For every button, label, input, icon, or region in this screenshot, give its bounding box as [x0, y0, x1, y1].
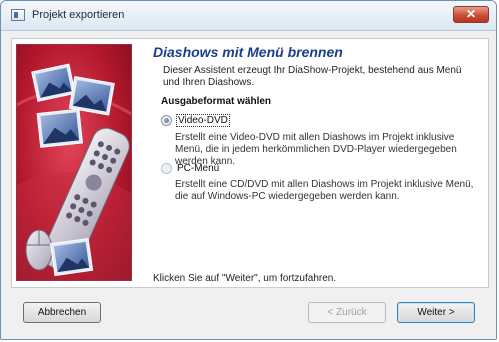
window-icon [11, 9, 25, 21]
wizard-side-image [16, 44, 132, 281]
window-title: Projekt exportieren [32, 9, 125, 21]
pc-menu-label[interactable]: PC-Menü [177, 163, 219, 174]
export-dialog: Projekt exportieren ✕ Diashows mit Menü … [0, 0, 497, 340]
video-dvd-radio[interactable] [161, 115, 172, 126]
title-bar: Projekt exportieren ✕ [1, 1, 496, 31]
page-heading: Diashows mit Menü brennen [153, 44, 343, 60]
back-button[interactable]: < Zurück [308, 302, 386, 323]
section-label: Ausgabeformat wählen [161, 96, 272, 107]
close-icon: ✕ [465, 7, 477, 21]
next-button[interactable]: Weiter > [397, 302, 475, 323]
cancel-button[interactable]: Abbrechen [23, 302, 101, 323]
pc-menu-radio[interactable] [161, 163, 172, 174]
pc-menu-description: Erstellt eine CD/DVD mit allen Diashows … [175, 179, 474, 202]
close-button[interactable]: ✕ [453, 6, 489, 23]
footer-hint: Klicken Sie auf "Weiter", um fortzufahre… [153, 273, 337, 284]
video-dvd-description: Erstellt eine Video-DVD mit allen Diasho… [175, 132, 457, 167]
remote-photos-illustration [17, 45, 131, 280]
video-dvd-label[interactable]: Video-DVD [176, 114, 230, 127]
page-description: Dieser Assistent erzeugt Ihr DiaShow-Pro… [163, 65, 462, 88]
